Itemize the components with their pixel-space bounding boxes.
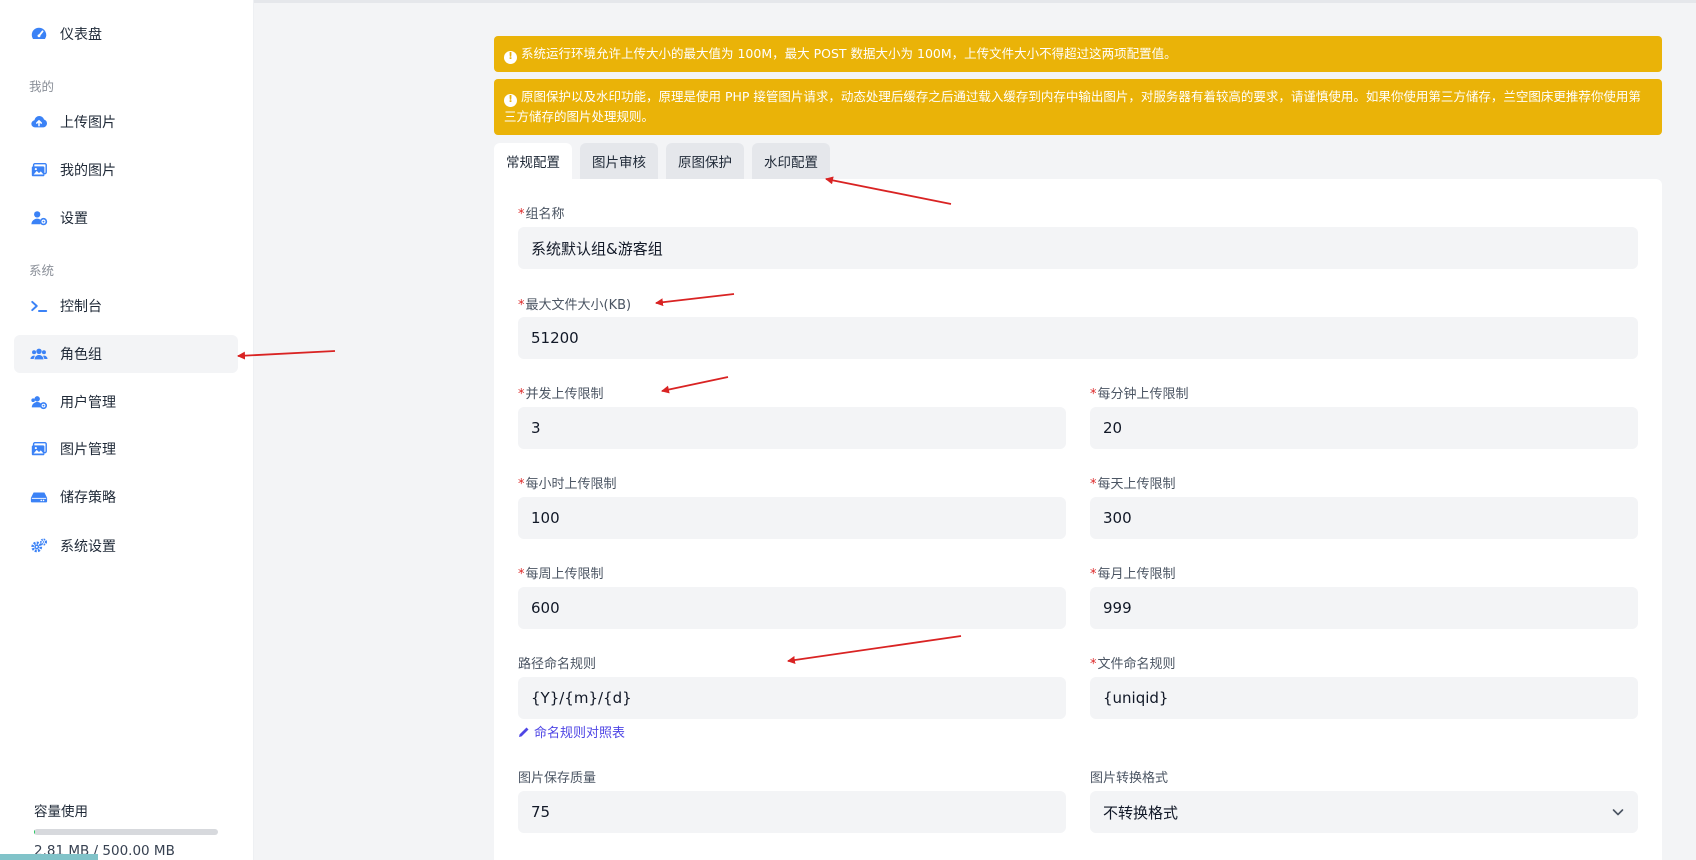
storage-progress-fill	[34, 829, 36, 835]
convert-format-label: 图片转换格式	[1090, 771, 1169, 786]
users-icon	[30, 345, 48, 363]
per-week-limit-input[interactable]	[518, 587, 1066, 629]
convert-format-select[interactable]: 不转换格式	[1090, 791, 1638, 833]
dashboard-icon	[30, 25, 48, 43]
per-day-limit-input[interactable]	[1090, 497, 1638, 539]
alert-text: 原图保护以及水印功能，原理是使用 PHP 接管图片请求，动态处理后缓存之后通过载…	[504, 89, 1641, 124]
tab-general[interactable]: 常规配置	[494, 143, 572, 179]
per-hour-limit-input[interactable]	[518, 497, 1066, 539]
images-icon	[30, 161, 48, 179]
cloud-upload-icon	[30, 113, 48, 131]
sidebar-item-label: 角色组	[60, 347, 102, 363]
quality-label: 图片保存质量	[518, 771, 597, 786]
section-label-system: 系统	[29, 263, 55, 278]
concurrent-limit-label: *并发上传限制	[518, 387, 604, 402]
terminal-icon	[30, 297, 48, 315]
sidebar-item-upload[interactable]: 上传图片	[14, 103, 238, 141]
alert-upload-limits: ! 系统运行环境允许上传大小的最大值为 100M，最大 POST 数据大小为 10…	[494, 36, 1662, 72]
naming-rules-link-text: 命名规则对照表	[534, 726, 626, 741]
per-month-limit-label: *每月上传限制	[1090, 567, 1176, 582]
sidebar-item-label: 控制台	[60, 299, 102, 315]
exclamation-icon: !	[504, 50, 517, 64]
cogs-icon	[30, 537, 48, 555]
images-icon	[30, 440, 48, 458]
storage-progress-bar	[34, 829, 218, 835]
sidebar-item-label: 仪表盘	[60, 27, 102, 43]
user-cog-icon	[30, 209, 48, 227]
max-file-size-input[interactable]	[518, 317, 1638, 359]
pencil-icon	[519, 727, 529, 737]
group-name-input[interactable]	[518, 227, 1638, 269]
path-rule-input[interactable]	[518, 677, 1066, 719]
tab-original-protection[interactable]: 原图保护	[666, 143, 744, 179]
group-name-label: *组名称	[518, 207, 565, 222]
sidebar-item-label: 上传图片	[60, 115, 116, 131]
tab-watermark[interactable]: 水印配置	[752, 143, 830, 179]
bottom-strip	[0, 854, 98, 860]
alert-protection-notice: ! 原图保护以及水印功能，原理是使用 PHP 接管图片请求，动态处理后缓存之后通过…	[494, 79, 1662, 135]
sidebar-item-storage[interactable]: 储存策略	[14, 478, 238, 516]
sidebar-item-label: 用户管理	[60, 395, 116, 411]
per-hour-limit-label: *每小时上传限制	[518, 477, 617, 492]
sidebar-item-label: 设置	[60, 211, 88, 227]
sidebar-item-roles[interactable]: 角色组	[14, 335, 238, 373]
section-label-mine: 我的	[29, 79, 55, 94]
hard-drive-icon	[30, 488, 48, 506]
chevron-down-icon	[1612, 809, 1624, 816]
sidebar-item-label: 储存策略	[60, 490, 116, 506]
file-rule-input[interactable]	[1090, 677, 1638, 719]
path-rule-label: 路径命名规则	[518, 657, 597, 672]
topbar-divider	[254, 0, 1696, 3]
config-tabs: 常规配置 图片审核 原图保护 水印配置	[494, 143, 830, 179]
sidebar-item-image-management[interactable]: 图片管理	[14, 430, 238, 468]
concurrent-limit-input[interactable]	[518, 407, 1066, 449]
sidebar: 仪表盘 我的 上传图片 我的图片 设置 系统 控制台 角色组 用户管理 图片管理…	[0, 0, 254, 860]
quality-input[interactable]	[518, 791, 1066, 833]
naming-rules-link[interactable]: 命名规则对照表	[518, 722, 625, 741]
sidebar-item-my-images[interactable]: 我的图片	[14, 151, 238, 189]
sidebar-item-label: 我的图片	[60, 163, 116, 179]
convert-format-value: 不转换格式	[1103, 803, 1179, 822]
tab-review[interactable]: 图片审核	[580, 143, 658, 179]
sidebar-item-dashboard[interactable]: 仪表盘	[14, 15, 238, 53]
sidebar-item-label: 系统设置	[60, 539, 116, 555]
users-cog-icon	[30, 393, 48, 411]
sidebar-item-settings[interactable]: 设置	[14, 199, 238, 237]
sidebar-item-system-settings[interactable]: 系统设置	[14, 527, 238, 565]
sidebar-item-users[interactable]: 用户管理	[14, 383, 238, 421]
max-file-size-label: *最大文件大小(KB)	[518, 298, 632, 313]
storage-title: 容量使用	[34, 804, 88, 820]
file-rule-label: *文件命名规则	[1090, 657, 1176, 672]
per-week-limit-label: *每周上传限制	[518, 567, 604, 582]
per-month-limit-input[interactable]	[1090, 587, 1638, 629]
per-day-limit-label: *每天上传限制	[1090, 477, 1176, 492]
sidebar-item-console[interactable]: 控制台	[14, 287, 238, 325]
exclamation-icon: !	[504, 93, 517, 107]
per-minute-limit-input[interactable]	[1090, 407, 1638, 449]
sidebar-item-label: 图片管理	[60, 442, 116, 458]
alert-text: 系统运行环境允许上传大小的最大值为 100M，最大 POST 数据大小为 100…	[521, 46, 1177, 61]
per-minute-limit-label: *每分钟上传限制	[1090, 387, 1189, 402]
